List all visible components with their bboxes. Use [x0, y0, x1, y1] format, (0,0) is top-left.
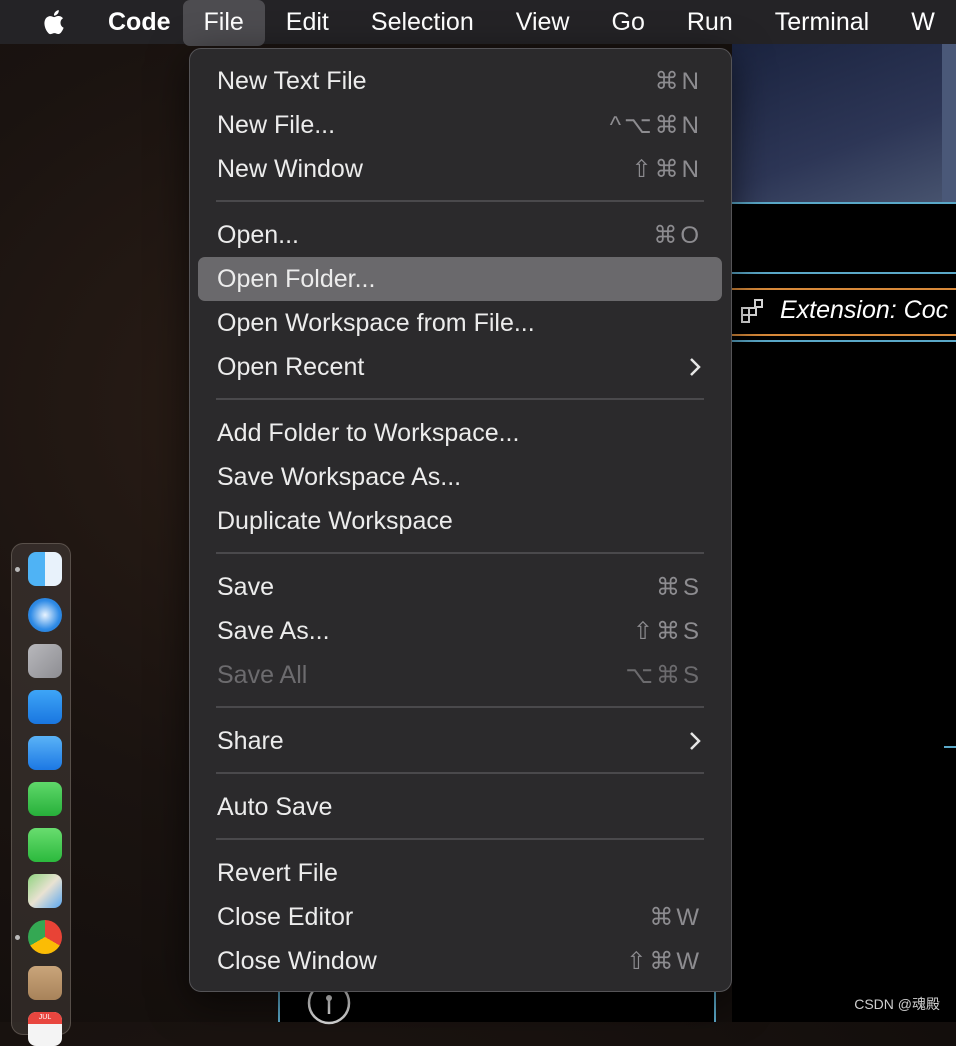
shortcut-label: ⌘N: [654, 67, 702, 95]
apple-icon[interactable]: [40, 7, 70, 37]
menu-item-label: Add Folder to Workspace...: [217, 418, 520, 447]
menu-item-label: Open Recent: [217, 352, 365, 381]
menu-window[interactable]: W: [890, 0, 956, 44]
extension-tab[interactable]: Extension: Coc: [732, 290, 956, 330]
menu-item-close-editor[interactable]: Close Editor ⌘W: [198, 895, 722, 939]
menu-item-label: Close Window: [217, 946, 377, 975]
running-indicator: [15, 567, 20, 572]
menu-item-share[interactable]: Share: [198, 719, 722, 763]
shortcut-label: ^⌥⌘N: [609, 111, 702, 139]
safari-icon[interactable]: [28, 598, 62, 632]
running-indicator: [15, 935, 20, 940]
shortcut-label: ⌘W: [649, 903, 702, 931]
shortcut-label: ⇧⌘W: [626, 947, 702, 975]
menu-view[interactable]: View: [495, 0, 591, 44]
facetime-icon[interactable]: [28, 782, 62, 816]
bottom-panel: [278, 981, 380, 1025]
menu-item-label: Save All: [217, 660, 308, 689]
menu-item-label: Close Editor: [217, 902, 354, 931]
shortcut-label: ⇧⌘N: [631, 155, 702, 183]
panel-edge: [944, 746, 956, 748]
launchpad-icon[interactable]: [28, 644, 62, 678]
menu-item-label: New Window: [217, 154, 363, 183]
menu-item-save[interactable]: Save ⌘S: [198, 565, 722, 609]
menu-item-open-recent[interactable]: Open Recent: [198, 345, 722, 389]
panel-divider: [732, 202, 956, 204]
menu-item-open-workspace-from-file[interactable]: Open Workspace from File...: [198, 301, 722, 345]
vscode-window: Extension: Coc: [732, 44, 956, 1022]
menu-item-open[interactable]: Open... ⌘O: [198, 213, 722, 257]
menu-separator: [216, 706, 704, 708]
menu-go[interactable]: Go: [591, 0, 666, 44]
menu-item-open-folder[interactable]: Open Folder...: [198, 257, 722, 301]
menu-item-label: Open...: [217, 220, 299, 249]
menu-item-save-workspace-as[interactable]: Save Workspace As...: [198, 455, 722, 499]
menu-item-save-as[interactable]: Save As... ⇧⌘S: [198, 609, 722, 653]
extension-tab-label: Extension: Coc: [780, 295, 949, 324]
menu-item-close-window[interactable]: Close Window ⇧⌘W: [198, 939, 722, 983]
menu-item-save-all: Save All ⌥⌘S: [198, 653, 722, 697]
menu-item-label: Save: [217, 572, 274, 601]
menu-run[interactable]: Run: [666, 0, 754, 44]
messages-icon[interactable]: [28, 828, 62, 862]
calendar-month: JUL: [28, 1012, 62, 1024]
menu-item-label: Auto Save: [217, 792, 333, 821]
menu-item-new-text-file[interactable]: New Text File ⌘N: [198, 59, 722, 103]
app-menu-code[interactable]: Code: [96, 0, 183, 44]
menu-item-label: Duplicate Workspace: [217, 506, 453, 535]
menu-item-label: New File...: [217, 110, 336, 139]
menu-item-label: Open Workspace from File...: [217, 308, 535, 337]
menu-separator: [216, 200, 704, 202]
shortcut-label: ⌘O: [653, 221, 702, 249]
menu-item-duplicate-workspace[interactable]: Duplicate Workspace: [198, 499, 722, 543]
maps-icon[interactable]: [28, 874, 62, 908]
contacts-icon[interactable]: [28, 966, 62, 1000]
menu-bar: Code File Edit Selection View Go Run Ter…: [0, 0, 956, 46]
active-tab-bottom-border: [732, 334, 956, 336]
dock: JUL: [11, 543, 71, 1046]
menu-item-label: Share: [217, 726, 284, 755]
shortcut-label: ⌥⌘S: [625, 661, 702, 689]
chrome-icon[interactable]: [28, 920, 62, 954]
app-store-icon[interactable]: [28, 690, 62, 724]
shortcut-label: ⌘S: [655, 573, 702, 601]
preview-tree-silhouette: [942, 44, 956, 202]
menu-separator: [216, 772, 704, 774]
menu-file[interactable]: File: [182, 0, 265, 46]
menu-item-label: Open Folder...: [217, 264, 376, 293]
calendar-icon[interactable]: JUL: [28, 1012, 62, 1046]
menu-separator: [216, 398, 704, 400]
menu-selection[interactable]: Selection: [350, 0, 495, 44]
menu-item-label: Save Workspace As...: [217, 462, 462, 491]
menu-edit[interactable]: Edit: [265, 0, 350, 44]
watermark: CSDN @魂殿: [854, 996, 940, 1012]
explorer-preview-image: [732, 44, 956, 202]
panel-divider: [732, 272, 956, 274]
menu-item-revert-file[interactable]: Revert File: [198, 851, 722, 895]
menu-item-label: New Text File: [217, 66, 367, 95]
chevron-right-icon: [690, 732, 701, 750]
menu-item-auto-save[interactable]: Auto Save: [198, 785, 722, 829]
menu-separator: [216, 552, 704, 554]
mail-icon[interactable]: [28, 736, 62, 770]
panel-divider: [732, 340, 956, 342]
chevron-right-icon: [690, 358, 701, 376]
editor-bottom-strip: [378, 990, 714, 1022]
file-menu: New Text File ⌘N New File... ^⌥⌘N New Wi…: [189, 48, 732, 992]
menu-item-label: Revert File: [217, 858, 338, 887]
menu-item-new-file[interactable]: New File... ^⌥⌘N: [198, 103, 722, 147]
menu-item-new-window[interactable]: New Window ⇧⌘N: [198, 147, 722, 191]
extensions-icon: [741, 299, 763, 323]
menu-item-label: Save As...: [217, 616, 330, 645]
menu-separator: [216, 838, 704, 840]
menu-item-add-folder-to-workspace[interactable]: Add Folder to Workspace...: [198, 411, 722, 455]
shortcut-label: ⇧⌘S: [632, 617, 702, 645]
panel-edge: [714, 990, 716, 1022]
menu-terminal[interactable]: Terminal: [754, 0, 890, 44]
finder-icon[interactable]: [28, 552, 62, 586]
